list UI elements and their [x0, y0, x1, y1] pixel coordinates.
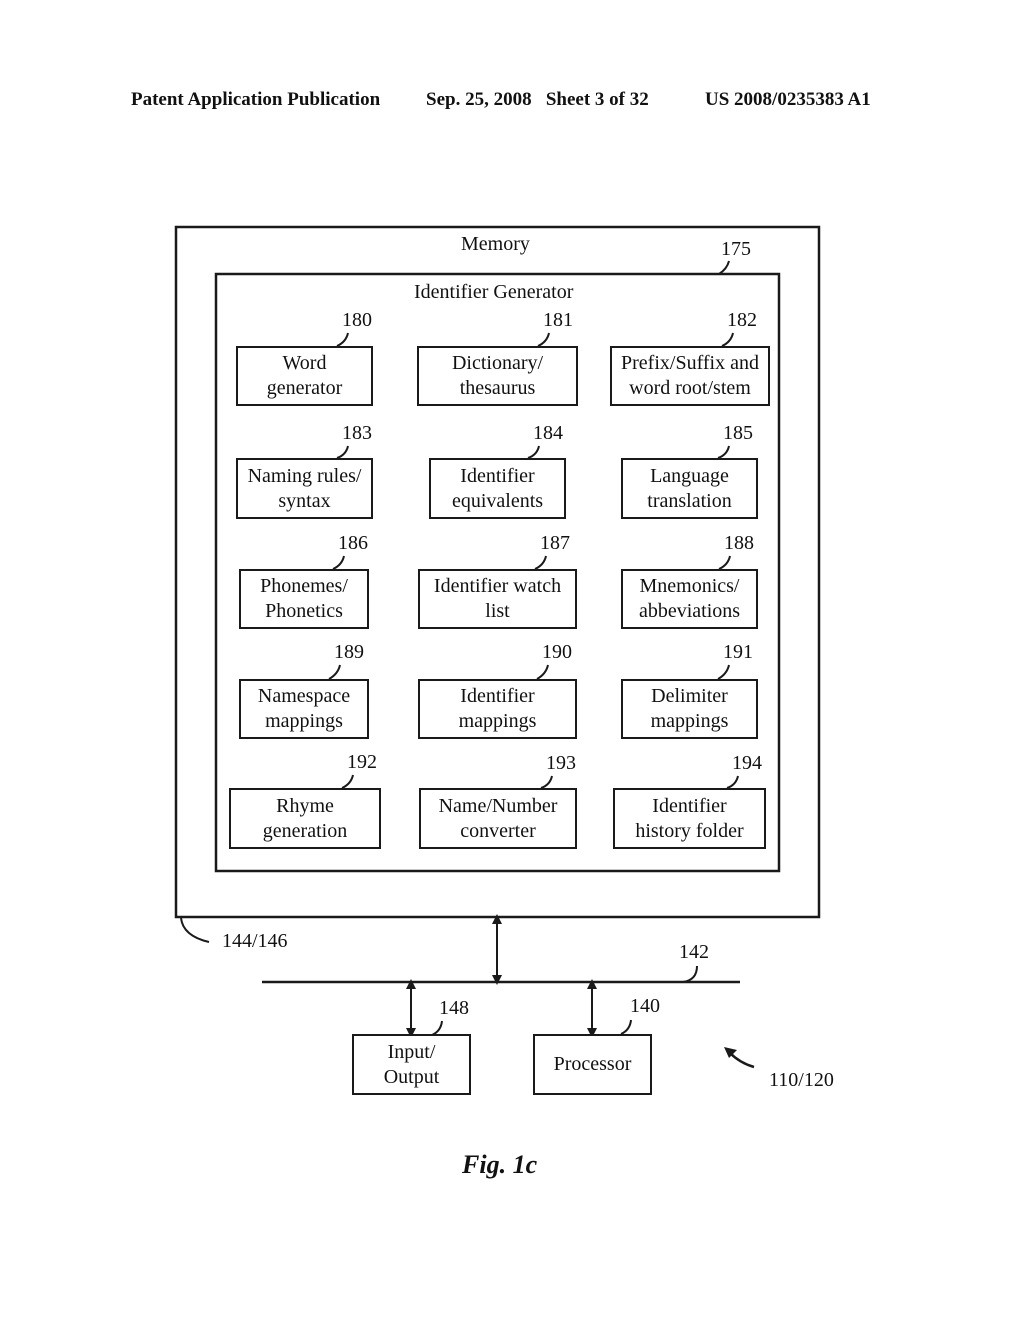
module-label-line2: Phonetics	[265, 600, 343, 622]
module-label-line2: thesaurus	[459, 377, 536, 399]
leader-191	[717, 664, 730, 680]
module-label-line1: Dictionary/	[451, 352, 544, 374]
leader-189	[328, 664, 341, 680]
module-ref-186: 186	[338, 532, 368, 554]
module-label-line2: mappings	[650, 710, 729, 732]
leader-193	[540, 775, 553, 789]
memory-ref: 144/146	[222, 930, 288, 952]
module-label-line1: Language	[650, 464, 729, 487]
module-ref-185: 185	[723, 422, 753, 444]
processor-label: Processor	[553, 1053, 632, 1075]
io-label-line2: Output	[383, 1065, 440, 1088]
module-ref-184: 184	[533, 422, 563, 444]
module-label-line1: Mnemonics/	[639, 575, 740, 597]
leader-182	[721, 332, 734, 347]
leader-181	[537, 332, 550, 347]
leader-144-146	[180, 917, 210, 943]
module-ref-192: 192	[347, 751, 377, 773]
module-box-191: Delimiter mappings	[621, 679, 758, 739]
module-label-line1: Naming rules/	[247, 464, 362, 487]
module-label-line2: list	[485, 600, 510, 622]
module-ref-193: 193	[546, 752, 576, 774]
module-label-line1: Identifier	[460, 685, 535, 707]
leader-194	[726, 775, 739, 789]
identifier-generator-title: Identifier Generator	[414, 281, 574, 303]
leader-175	[718, 260, 730, 275]
module-box-187: Identifier watch list	[418, 569, 577, 629]
module-box-194: Identifier history folder	[613, 788, 766, 849]
module-label-line2: word root/stem	[629, 377, 751, 399]
module-label-line1: Phonemes/	[260, 575, 348, 597]
module-label-line1: Prefix/Suffix and	[621, 352, 759, 374]
module-ref-194: 194	[732, 752, 762, 774]
leader-142	[682, 965, 698, 983]
module-box-192: Rhyme generation	[229, 788, 381, 849]
module-label-line1: Identifier	[460, 464, 535, 487]
module-ref-188: 188	[724, 532, 754, 554]
leader-148	[431, 1020, 443, 1036]
module-label-line2: converter	[460, 819, 536, 842]
module-label-line2: mappings	[265, 710, 343, 732]
module-label-line2: translation	[647, 489, 732, 512]
leader-188	[718, 555, 731, 570]
leader-180	[336, 332, 349, 347]
module-ref-181: 181	[543, 309, 573, 331]
module-box-185: Language translation	[621, 458, 758, 519]
module-box-183: Naming rules/syntax	[236, 458, 373, 519]
memory-title: Memory	[461, 233, 530, 255]
leader-140	[620, 1019, 632, 1035]
module-ref-189: 189	[334, 641, 364, 663]
leader-187	[534, 555, 547, 570]
diagram-lines	[174, 225, 821, 1069]
leader-190	[536, 664, 549, 680]
module-label-line1: Rhyme	[276, 794, 334, 817]
leader-184	[527, 445, 540, 459]
leader-185	[717, 445, 730, 459]
leader-192	[341, 774, 354, 789]
module-box-193: Name/Number converter	[419, 788, 577, 849]
module-ref-190: 190	[542, 641, 572, 663]
processor-box: Processor	[533, 1034, 652, 1095]
module-ref-187: 187	[540, 532, 570, 554]
module-ref-191: 191	[723, 641, 753, 663]
identifier-generator-ref: 175	[721, 238, 751, 260]
module-label-line2: mappings	[458, 710, 537, 732]
module-box-181: Dictionary/thesaurus	[417, 346, 578, 406]
module-box-182: Prefix/Suffix and word root/stem	[610, 346, 770, 406]
module-box-184: Identifier equivalents	[429, 458, 566, 519]
system-pointer-arrow	[729, 1052, 755, 1069]
module-label-line1: Delimiter	[651, 685, 728, 707]
module-label-line1: Identifier watch	[433, 575, 562, 597]
io-ref: 148	[439, 997, 469, 1019]
module-box-186: Phonemes/Phonetics	[239, 569, 369, 629]
module-ref-183: 183	[342, 422, 372, 444]
module-box-188: Mnemonics/abbeviations	[621, 569, 758, 629]
module-label-line2: generation	[262, 819, 348, 842]
module-label-line2: generator	[266, 377, 343, 399]
module-ref-182: 182	[727, 309, 757, 331]
module-label-line1: Name/Number	[438, 794, 558, 817]
processor-ref: 140	[630, 995, 660, 1017]
module-ref-180: 180	[342, 309, 372, 331]
io-label-line1: Input/	[387, 1040, 436, 1063]
module-label-line2: abbeviations	[638, 600, 741, 622]
input-output-box: Input/ Output	[352, 1034, 471, 1095]
module-label-line2: history folder	[635, 819, 744, 842]
module-box-189: Namespace mappings	[239, 679, 369, 739]
module-label-line2: syntax	[278, 489, 331, 512]
leader-186	[332, 555, 345, 570]
module-box-190: Identifier mappings	[418, 679, 577, 739]
bus-ref: 142	[679, 941, 709, 963]
leader-183	[336, 445, 349, 459]
module-label-line2: equivalents	[451, 489, 544, 512]
figure-caption: Fig. 1c	[462, 1150, 538, 1179]
system-ref: 110/120	[769, 1069, 834, 1091]
module-label-line1: Identifier	[652, 794, 727, 817]
module-label-line1: Namespace	[257, 685, 351, 707]
module-label-line1: Word	[282, 352, 327, 374]
module-box-180: Word generator	[236, 346, 373, 406]
